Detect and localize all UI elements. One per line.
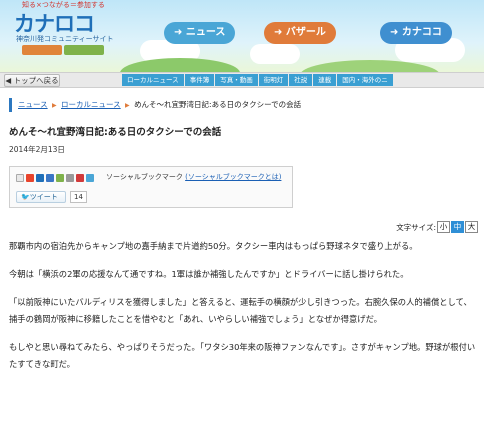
category-tabs: ローカルニュース 事件簿 写真・動画 街明灯 社説 連載 国内・海外のニ — [122, 74, 394, 86]
back-arrow-icon: ◀ — [5, 76, 12, 85]
arrow-icon: ➜ — [174, 27, 183, 38]
breadcrumb-local-news[interactable]: ローカルニュース — [61, 100, 121, 109]
nav-pill-bazaar[interactable]: ➜ バザール — [264, 22, 336, 44]
twitter-bird-icon: 🐦 — [21, 193, 30, 201]
article-date: 2014年2月13日 — [9, 145, 65, 154]
nav-pill-news-label: ニュース — [185, 27, 226, 38]
article-paragraph: 「以前阪神にいたバルディリスを獲得しました」と答えると、運転手の横顔が少し引きつ… — [9, 297, 472, 324]
arrow-icon: ➜ — [274, 27, 283, 38]
font-size-large-button[interactable]: 大 — [465, 221, 478, 233]
font-size-small-button[interactable]: 小 — [437, 221, 450, 233]
check-icon[interactable] — [86, 174, 94, 182]
article-paragraph: 那覇市内の宿泊先からキャンプ地の嘉手納まで片道約50分。タクシー車内はもっぱら野… — [9, 241, 418, 251]
social-bookmark-box: ソーシャルブックマーク (ソーシャルブックマークとは) 🐦ツイート 14 — [9, 166, 293, 208]
buzzurl-icon[interactable] — [56, 174, 64, 182]
logo-badge-orange[interactable] — [22, 45, 62, 55]
tweet-button[interactable]: 🐦ツイート — [16, 191, 66, 203]
social-bookmark-label-row: ソーシャルブックマーク (ソーシャルブックマークとは) — [106, 172, 281, 182]
tab-street-light[interactable]: 街明灯 — [258, 74, 289, 86]
article-title: めんそ～れ宜野湾日記:ある日のタクシーでの会話 — [9, 127, 222, 138]
breadcrumb-arrow-icon: ▶ — [52, 102, 57, 109]
bookmark-icon[interactable] — [26, 174, 34, 182]
back-to-top-label: トップへ戻る — [13, 76, 59, 85]
hill-decoration — [120, 58, 240, 72]
hatena-icon[interactable] — [16, 174, 24, 182]
social-bookmark-help-link[interactable]: (ソーシャルブックマークとは) — [185, 173, 281, 181]
font-size-medium-button[interactable]: 中 — [451, 221, 464, 233]
tweet-count: 14 — [70, 191, 87, 203]
nav-pill-kanakoko[interactable]: ➜ カナココ — [380, 22, 452, 44]
arrow-icon: ➜ — [390, 27, 399, 38]
delicious-icon[interactable] — [36, 174, 44, 182]
tab-photo-video[interactable]: 写真・動画 — [215, 74, 258, 86]
social-icon-row — [16, 174, 96, 182]
nav-bar: ◀ トップへ戻る ローカルニュース 事件簿 写真・動画 街明灯 社説 連載 国内… — [0, 72, 484, 88]
breadcrumb-current: めんそ～れ宜野湾日記:ある日のタクシーでの会話 — [134, 100, 302, 109]
nav-pill-news[interactable]: ➜ ニュース — [164, 22, 236, 44]
article-paragraph: もしやと思い尋ねてみたら、やっぱりそうだった。「ワタシ30年来の阪神ファンなんで… — [9, 342, 476, 369]
article-body: 那覇市内の宿泊先からキャンプ地の嘉手納まで片道約50分。タクシー車内はもっぱら野… — [9, 238, 479, 384]
logo-badge-green[interactable] — [64, 45, 104, 55]
tab-editorial[interactable]: 社説 — [289, 74, 313, 86]
nav-pill-bazaar-label: バザール — [285, 27, 326, 38]
cloud-decoration — [250, 44, 300, 64]
font-size-label: 文字サイズ: — [396, 222, 436, 232]
logo-subtitle: 神奈川発コミュニティーサイト — [16, 35, 114, 43]
back-to-top-button[interactable]: ◀ トップへ戻る — [4, 74, 60, 87]
tab-local-news[interactable]: ローカルニュース — [122, 74, 184, 86]
breadcrumb-news[interactable]: ニュース — [18, 100, 48, 109]
livedoor-icon[interactable] — [46, 174, 54, 182]
logo-area[interactable]: 知る×つながる＝参加する カナロコ 神奈川発コミュニティーサイト — [0, 0, 122, 72]
pencil-icon[interactable] — [66, 174, 74, 182]
article-paragraph: 今朝は「横浜の2軍の応援なんて通ですね。1軍は誰か補強したんですか」とドライバー… — [9, 269, 409, 279]
site-header: 知る×つながる＝参加する カナロコ 神奈川発コミュニティーサイト ➜ ニュース … — [0, 0, 484, 72]
social-bookmark-label: ソーシャルブックマーク — [106, 173, 183, 181]
tab-domestic-overseas[interactable]: 国内・海外のニ — [337, 74, 393, 86]
breadcrumb-arrow-icon: ▶ — [125, 102, 130, 109]
breadcrumb: ニュース ▶ ローカルニュース ▶ めんそ～れ宜野湾日記:ある日のタクシーでの会… — [9, 98, 479, 112]
font-size-control: 文字サイズ: 小 中 大 — [396, 221, 478, 233]
clip-icon[interactable] — [76, 174, 84, 182]
tab-series[interactable]: 連載 — [313, 74, 337, 86]
tab-incidents[interactable]: 事件簿 — [184, 74, 215, 86]
tweet-label: ツイート — [29, 193, 58, 201]
nav-pill-kanakoko-label: カナココ — [401, 27, 442, 38]
